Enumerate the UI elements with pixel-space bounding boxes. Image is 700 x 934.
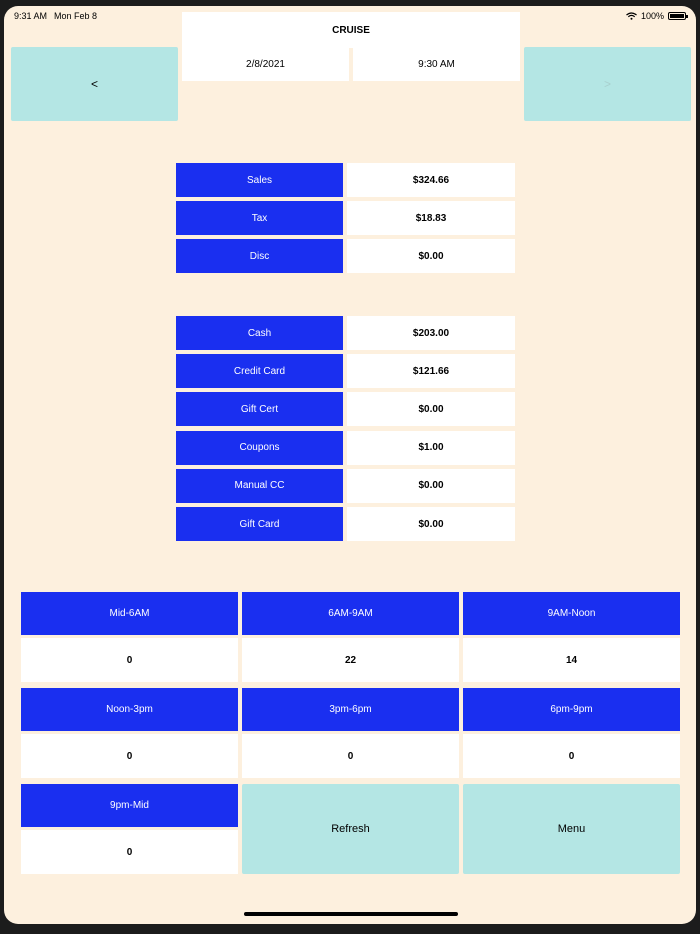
time-display: 9:30 AM: [353, 47, 520, 81]
time-slot-label: 9AM-Noon: [463, 592, 680, 635]
time-slot-label: 6AM-9AM: [242, 592, 459, 635]
time-slot-count: 0: [21, 830, 238, 874]
totals-row-value: $0.00: [347, 239, 515, 274]
time-slot-label: Noon-3pm: [21, 688, 238, 731]
previous-day-button[interactable]: <: [11, 47, 178, 121]
app-screen: 9:31 AM Mon Feb 8 100% CRUISE 2/8/2021 9…: [4, 6, 696, 924]
time-slot-count: 0: [21, 734, 238, 778]
payment-row-value: $121.66: [347, 354, 515, 389]
time-slot-label: 3pm-6pm: [242, 688, 459, 731]
date-display: 2/8/2021: [182, 47, 349, 81]
payment-row-label: Credit Card: [176, 354, 343, 389]
time-slot-label: 9pm-Mid: [21, 784, 238, 827]
payment-row-label: Gift Card: [176, 507, 343, 541]
time-slot-count: 0: [21, 638, 238, 682]
battery-level-fill: [670, 14, 684, 18]
next-day-button[interactable]: >: [524, 47, 691, 121]
payment-row-value: $0.00: [347, 468, 515, 503]
payment-row-label: Gift Cert: [176, 392, 343, 427]
battery-percent: 100%: [640, 11, 664, 21]
totals-row-label: Tax: [176, 201, 343, 236]
refresh-button[interactable]: Refresh: [242, 784, 459, 874]
time-slot-count: 14: [463, 638, 680, 682]
totals-row-label: Disc: [176, 239, 343, 274]
payment-row-value: $0.00: [347, 392, 515, 427]
home-indicator: [244, 912, 458, 916]
payment-row-value: $203.00: [347, 316, 515, 350]
time-slot-count: 0: [463, 734, 680, 778]
status-time: 9:31 AM: [14, 11, 48, 21]
menu-button[interactable]: Menu: [463, 784, 680, 874]
totals-row-value: $18.83: [347, 201, 515, 236]
time-slot-label: 6pm-9pm: [463, 688, 680, 731]
payment-row-label: Cash: [176, 316, 343, 350]
status-date: Mon Feb 8: [54, 11, 98, 21]
totals-row-value: $324.66: [347, 163, 515, 197]
battery-icon: [668, 12, 688, 20]
payment-row-value: $0.00: [347, 507, 515, 541]
time-slot-count: 22: [242, 638, 459, 682]
time-slot-count: 0: [242, 734, 459, 778]
time-slot-label: Mid-6AM: [21, 592, 238, 635]
payment-row-label: Coupons: [176, 430, 343, 465]
status-indicators: 100%: [626, 11, 688, 21]
page-title: CRUISE: [182, 12, 520, 48]
payment-row-label: Manual CC: [176, 468, 343, 503]
totals-row-label: Sales: [176, 163, 343, 197]
wifi-icon: [626, 12, 637, 20]
payment-row-value: $1.00: [347, 430, 515, 465]
